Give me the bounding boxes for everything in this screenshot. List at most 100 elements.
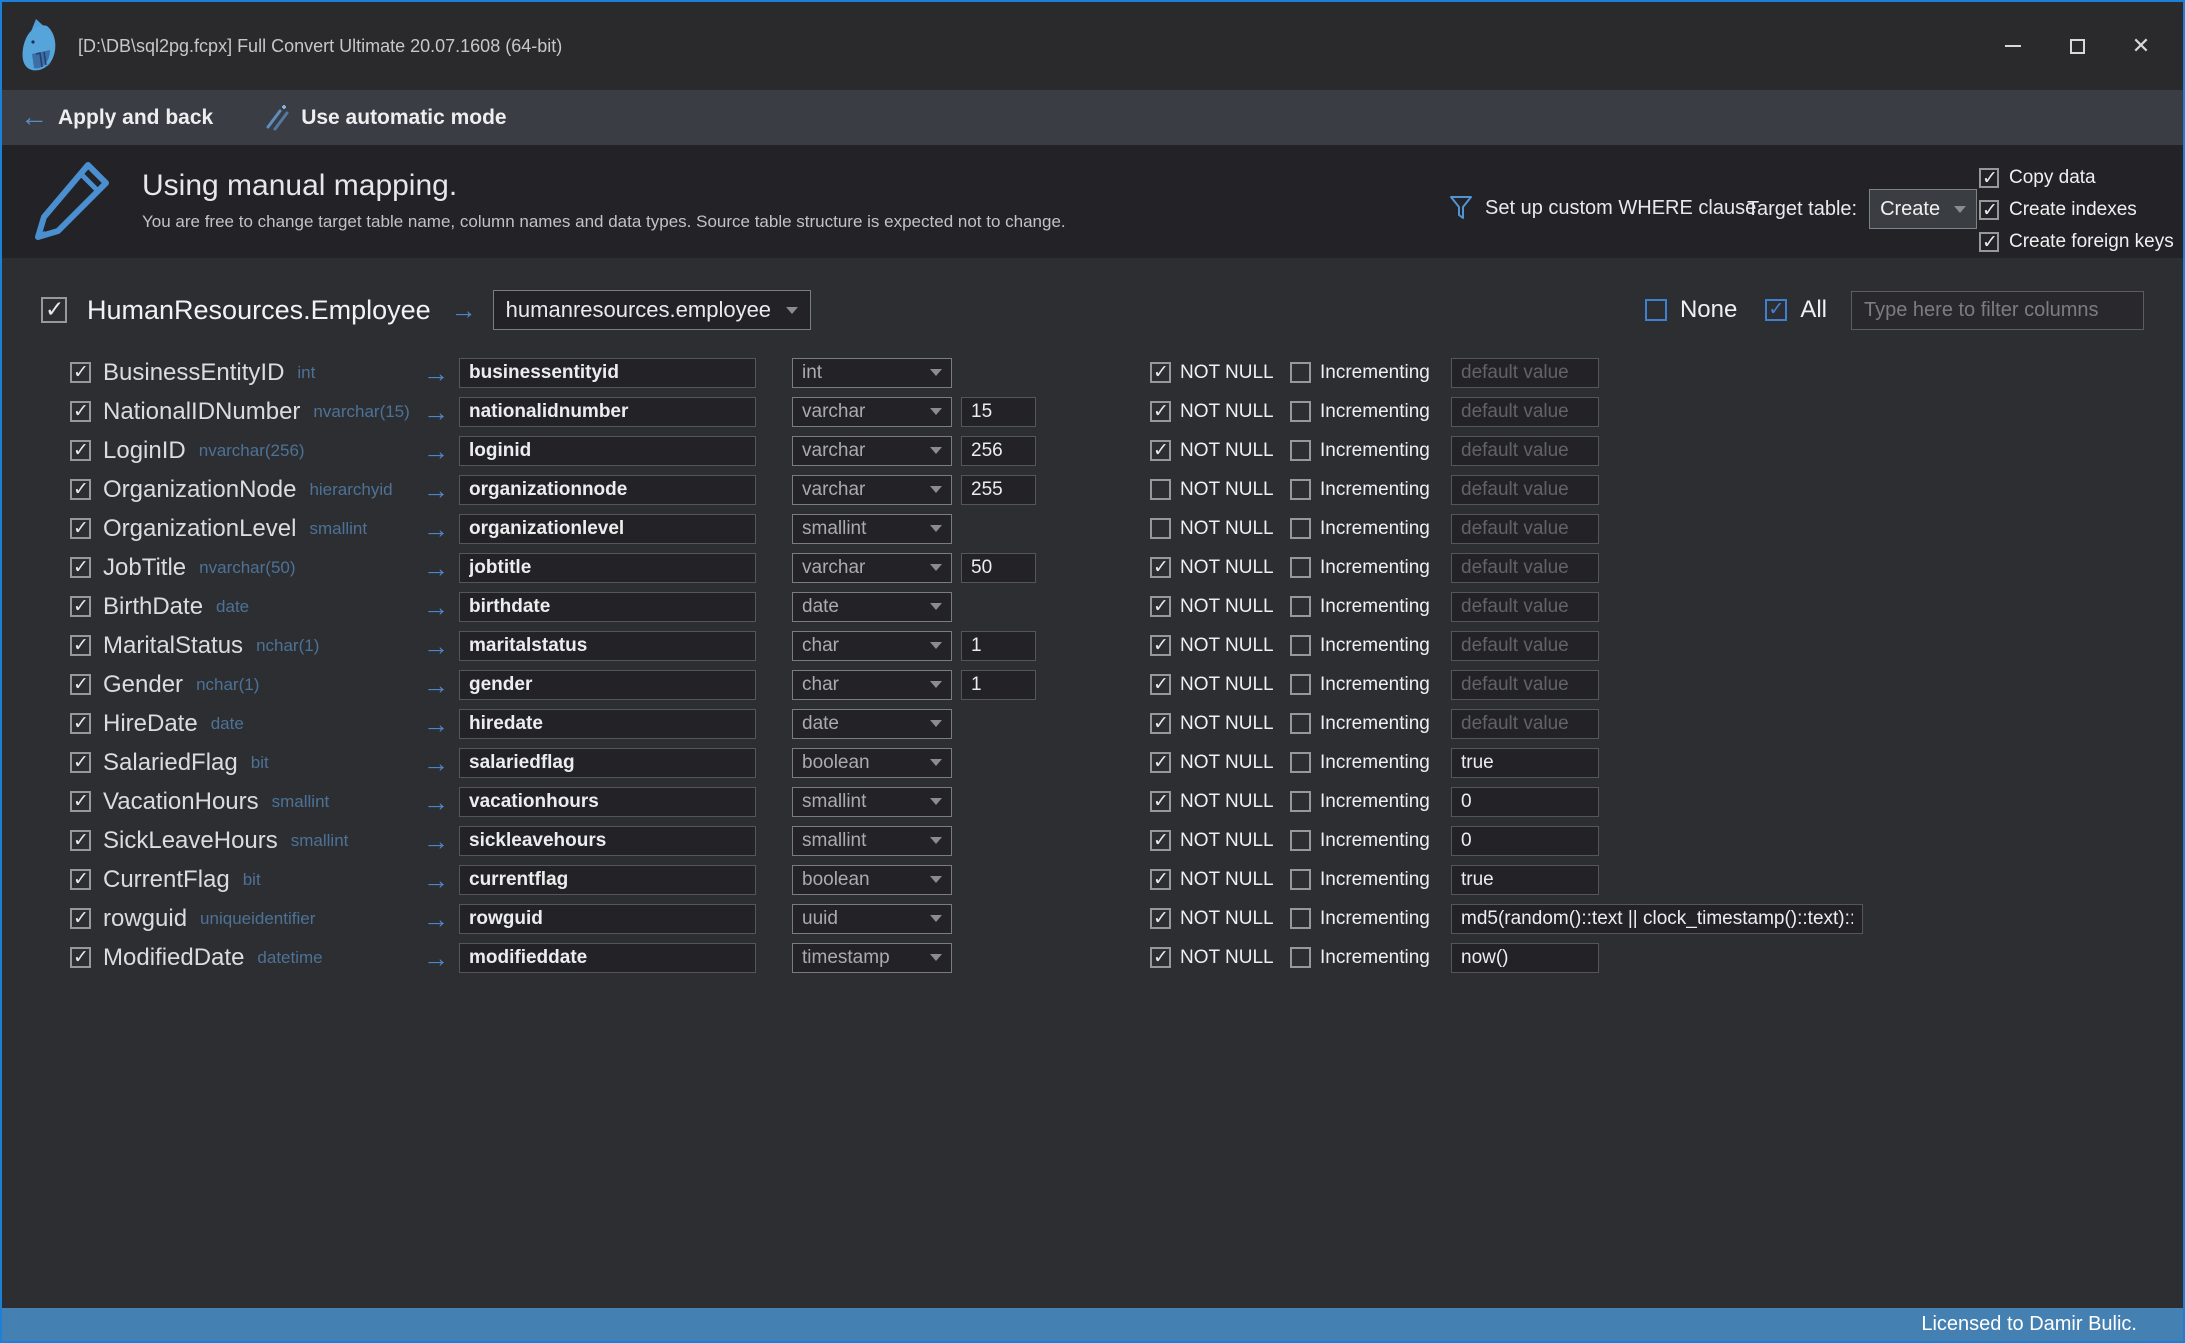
row-checkbox[interactable] <box>70 790 91 813</box>
incrementing-cell[interactable]: Incrementing <box>1290 674 1451 696</box>
target-type-select[interactable]: boolean <box>792 864 952 895</box>
target-name-input[interactable] <box>459 903 756 934</box>
incrementing-cell[interactable]: Incrementing <box>1290 869 1451 891</box>
default-value-input[interactable] <box>1451 357 1599 388</box>
target-name-input[interactable] <box>459 591 756 622</box>
incrementing-checkbox[interactable] <box>1290 830 1311 851</box>
target-type-select[interactable]: varchar <box>792 474 952 505</box>
size-input[interactable] <box>961 630 1036 661</box>
create-foreign-keys-option[interactable]: Create foreign keys <box>1979 231 2174 254</box>
incrementing-checkbox[interactable] <box>1290 869 1311 890</box>
incrementing-cell[interactable]: Incrementing <box>1290 518 1451 540</box>
notnull-checkbox[interactable] <box>1150 479 1171 500</box>
close-button[interactable]: ✕ <box>2109 2 2173 90</box>
copy-data-checkbox[interactable] <box>1979 167 1999 190</box>
target-type-select[interactable]: varchar <box>792 396 952 427</box>
notnull-checkbox[interactable] <box>1150 634 1171 657</box>
incrementing-checkbox[interactable] <box>1290 674 1311 695</box>
row-checkbox[interactable] <box>70 556 91 579</box>
target-name-input[interactable] <box>459 708 756 739</box>
not-null-cell[interactable]: NOT NULL <box>1150 790 1290 813</box>
incrementing-cell[interactable]: Incrementing <box>1290 401 1451 423</box>
row-checkbox[interactable] <box>70 634 91 657</box>
not-null-cell[interactable]: NOT NULL <box>1150 518 1290 540</box>
row-checkbox[interactable] <box>70 595 91 618</box>
default-value-input[interactable] <box>1451 513 1599 544</box>
target-name-input[interactable] <box>459 552 756 583</box>
incrementing-checkbox[interactable] <box>1290 947 1311 968</box>
incrementing-checkbox[interactable] <box>1290 752 1311 773</box>
not-null-cell[interactable]: NOT NULL <box>1150 634 1290 657</box>
notnull-checkbox[interactable] <box>1150 712 1171 735</box>
size-input[interactable] <box>961 552 1036 583</box>
size-input[interactable] <box>961 396 1036 427</box>
size-input[interactable] <box>961 669 1036 700</box>
row-checkbox[interactable] <box>70 400 91 423</box>
size-input[interactable] <box>961 474 1036 505</box>
not-null-cell[interactable]: NOT NULL <box>1150 712 1290 735</box>
row-checkbox[interactable] <box>70 751 91 774</box>
target-name-input[interactable] <box>459 669 756 700</box>
target-type-select[interactable]: smallint <box>792 825 952 856</box>
notnull-checkbox[interactable] <box>1150 673 1171 696</box>
use-automatic-mode-button[interactable]: Use automatic mode <box>263 104 507 132</box>
row-checkbox[interactable] <box>70 829 91 852</box>
notnull-checkbox[interactable] <box>1150 518 1171 539</box>
default-value-input[interactable] <box>1451 630 1599 661</box>
incrementing-checkbox[interactable] <box>1290 479 1311 500</box>
incrementing-cell[interactable]: Incrementing <box>1290 791 1451 813</box>
incrementing-checkbox[interactable] <box>1290 401 1311 422</box>
target-name-input[interactable] <box>459 942 756 973</box>
default-value-input[interactable] <box>1451 825 1599 856</box>
incrementing-checkbox[interactable] <box>1290 791 1311 812</box>
not-null-cell[interactable]: NOT NULL <box>1150 946 1290 969</box>
incrementing-checkbox[interactable] <box>1290 557 1311 578</box>
notnull-checkbox[interactable] <box>1150 907 1171 930</box>
select-all-option[interactable]: All <box>1765 296 1827 324</box>
notnull-checkbox[interactable] <box>1150 946 1171 969</box>
target-name-input[interactable] <box>459 630 756 661</box>
default-value-input[interactable] <box>1451 552 1599 583</box>
maximize-button[interactable] <box>2045 2 2109 90</box>
default-value-input[interactable] <box>1451 747 1599 778</box>
incrementing-cell[interactable]: Incrementing <box>1290 947 1451 969</box>
default-value-input[interactable] <box>1451 396 1599 427</box>
default-value-input[interactable] <box>1451 591 1599 622</box>
target-name-input[interactable] <box>459 864 756 895</box>
target-name-input[interactable] <box>459 747 756 778</box>
default-value-input[interactable] <box>1451 786 1599 817</box>
incrementing-checkbox[interactable] <box>1290 362 1311 383</box>
target-type-select[interactable]: timestamp <box>792 942 952 973</box>
target-table-select[interactable]: humanresources.employee <box>492 290 811 330</box>
row-checkbox[interactable] <box>70 907 91 930</box>
row-checkbox[interactable] <box>70 868 91 891</box>
notnull-checkbox[interactable] <box>1150 751 1171 774</box>
incrementing-cell[interactable]: Incrementing <box>1290 557 1451 579</box>
target-name-input[interactable] <box>459 357 756 388</box>
not-null-cell[interactable]: NOT NULL <box>1150 595 1290 618</box>
not-null-cell[interactable]: NOT NULL <box>1150 829 1290 852</box>
row-checkbox[interactable] <box>70 673 91 696</box>
incrementing-checkbox[interactable] <box>1290 518 1311 539</box>
incrementing-cell[interactable]: Incrementing <box>1290 635 1451 657</box>
target-type-select[interactable]: smallint <box>792 786 952 817</box>
not-null-cell[interactable]: NOT NULL <box>1150 751 1290 774</box>
target-type-select[interactable]: varchar <box>792 435 952 466</box>
row-checkbox[interactable] <box>70 361 91 384</box>
row-checkbox[interactable] <box>70 478 91 501</box>
target-type-select[interactable]: boolean <box>792 747 952 778</box>
default-value-input[interactable] <box>1451 942 1599 973</box>
size-input[interactable] <box>961 435 1036 466</box>
notnull-checkbox[interactable] <box>1150 361 1171 384</box>
target-name-input[interactable] <box>459 396 756 427</box>
notnull-checkbox[interactable] <box>1150 829 1171 852</box>
create-indexes-checkbox[interactable] <box>1979 199 1999 222</box>
target-type-select[interactable]: smallint <box>792 513 952 544</box>
incrementing-checkbox[interactable] <box>1290 635 1311 656</box>
not-null-cell[interactable]: NOT NULL <box>1150 479 1290 501</box>
notnull-checkbox[interactable] <box>1150 400 1171 423</box>
default-value-input[interactable] <box>1451 708 1599 739</box>
notnull-checkbox[interactable] <box>1150 556 1171 579</box>
incrementing-cell[interactable]: Incrementing <box>1290 440 1451 462</box>
create-foreign-keys-checkbox[interactable] <box>1979 231 1999 254</box>
